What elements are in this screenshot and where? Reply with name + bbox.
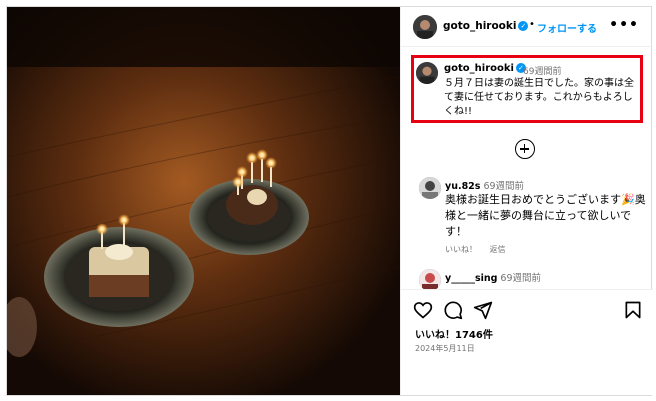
cake-photo-image — [7, 7, 400, 395]
share-icon[interactable] — [473, 300, 493, 320]
commenter-avatar[interactable] — [419, 177, 441, 199]
author-avatar[interactable] — [413, 15, 437, 39]
commenter-username[interactable]: yu.82s 69週間前 — [445, 178, 524, 192]
caption-username[interactable]: goto_hirooki ✓ — [444, 63, 526, 74]
caption-time[interactable]: 69週間前 — [523, 64, 561, 77]
post-date: 2024年5月11日 — [415, 344, 475, 353]
caption-text: ５月７日は妻の誕生日でした。家の事は全て妻に任せております。これからもよろしくね… — [444, 78, 634, 117]
comment-like-button[interactable]: いいね！ — [445, 245, 477, 254]
likes-count[interactable]: いいね！1746件 — [415, 326, 493, 341]
separator-dot: • — [529, 19, 535, 30]
comment-actions: いいね！ 返信 — [445, 244, 516, 255]
verified-icon: ✓ — [518, 21, 529, 31]
post-header: goto_hirooki ✓ • フォローする ••• — [401, 7, 653, 47]
comment-reply-button[interactable]: 返信 — [490, 245, 506, 254]
author-username[interactable]: goto_hirooki ✓ — [443, 20, 529, 32]
heart-icon[interactable] — [413, 300, 433, 320]
comment-time: 69週間前 — [500, 273, 542, 284]
commenter-avatar[interactable] — [419, 269, 441, 289]
post-side-panel: goto_hirooki ✓ • フォローする ••• goto_hirooki ✓… — [400, 7, 653, 395]
plus-circle-icon[interactable] — [515, 139, 535, 159]
post-actions: いいね！1746件 2024年5月11日 — [401, 289, 653, 395]
comment-item: yu.82s 69週間前 奥様お誕生日おめでとうございます🎉奥様と一緒に夢の舞台に… — [419, 177, 649, 257]
commenter-username[interactable]: y_____sing 69週間前 — [445, 270, 541, 284]
more-icon[interactable]: ••• — [609, 17, 639, 33]
comment-item: y_____sing 69週間前 — [419, 269, 649, 289]
post-photo — [7, 7, 400, 395]
comment-text: 奥様お誕生日おめでとうございます🎉奥様と一緒に夢の舞台に立って欲しいです！ — [445, 193, 646, 238]
comment-time: 69週間前 — [483, 181, 525, 192]
caption-avatar[interactable] — [416, 62, 438, 84]
caption-highlight: goto_hirooki ✓ 69週間前 ５月７日は妻の誕生日でした。家の事は全て… — [411, 55, 643, 123]
bookmark-icon[interactable] — [623, 300, 643, 320]
comment-icon[interactable] — [443, 300, 463, 320]
post-modal: goto_hirooki ✓ • フォローする ••• goto_hirooki ✓… — [6, 6, 653, 396]
follow-button[interactable]: フォローする — [537, 20, 597, 35]
